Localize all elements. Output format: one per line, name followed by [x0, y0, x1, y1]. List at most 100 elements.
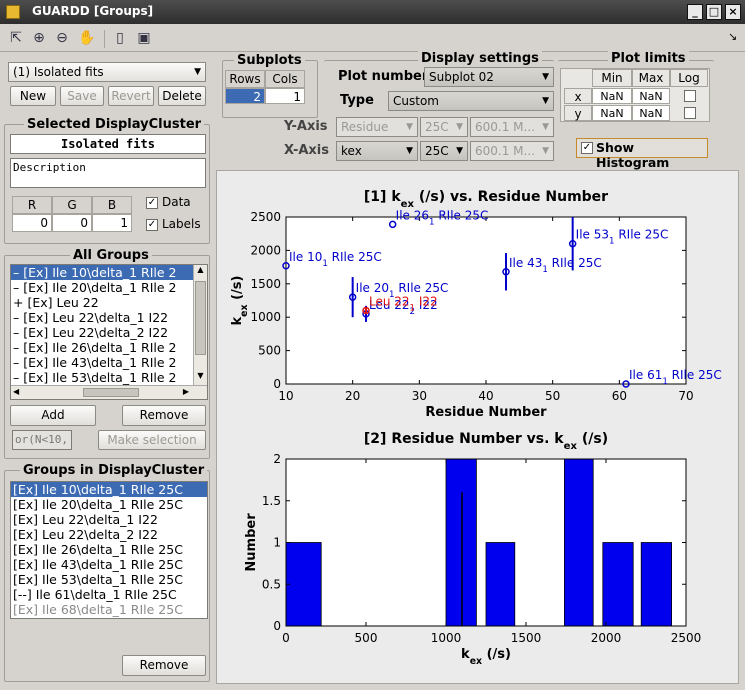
plot1-y-tick-label: 1000: [250, 310, 281, 324]
subplots-legend: Subplots: [234, 53, 305, 68]
show-histogram-checkbox[interactable]: ✓: [581, 142, 593, 154]
all-groups-hscrollbar[interactable]: ◀ ▶: [11, 385, 207, 399]
show-histogram-toggle[interactable]: ✓ Show Histogram: [576, 138, 708, 170]
scroll-right-icon[interactable]: ▶: [183, 387, 189, 396]
maximize-icon[interactable]: □: [706, 4, 722, 20]
type-label: Type: [340, 93, 374, 108]
labels-checkbox-label: Labels: [162, 217, 201, 231]
rgb-value-r[interactable]: 0: [12, 214, 52, 232]
cluster-group-item[interactable]: [Ex] Ile 68\delta_1 RIle 25C: [11, 602, 207, 617]
all-groups-item[interactable]: + [Ex] Leu 22: [11, 295, 193, 310]
selected-cluster-legend: Selected DisplayCluster: [24, 117, 205, 132]
scroll-thumb[interactable]: [195, 281, 206, 355]
plot-number-select[interactable]: Subplot 02 ▼: [424, 67, 554, 87]
chevron-down-icon: ▼: [542, 96, 549, 106]
zoom-out-icon[interactable]: ⊖: [52, 28, 72, 48]
groups-in-cluster-legend: Groups in DisplayCluster: [20, 463, 208, 478]
limits-row-x-label: x: [564, 88, 592, 104]
close-icon[interactable]: ×: [725, 4, 741, 20]
plot2-x-label: kex (/s): [461, 647, 511, 667]
y-param-select[interactable]: Residue ▼: [336, 117, 418, 137]
pan-icon[interactable]: ✋: [77, 28, 97, 48]
new-cluster-button[interactable]: New: [10, 86, 56, 106]
y-min-field[interactable]: NaN: [592, 105, 632, 121]
x-temp-select[interactable]: 25C ▼: [420, 141, 468, 161]
all-groups-item[interactable]: – [Ex] Ile 26\delta_1 RIle 2: [11, 340, 193, 355]
cluster-description-field[interactable]: Description: [10, 158, 206, 188]
zoom-in-icon[interactable]: ⊕: [29, 28, 49, 48]
cluster-group-item[interactable]: [Ex] Ile 10\delta_1 RIle 25C: [11, 482, 207, 497]
revert-cluster-button[interactable]: Revert: [108, 86, 154, 106]
plot1-y-tick-label: 2000: [250, 243, 281, 257]
plot2-x-tick-label: 500: [355, 631, 378, 645]
x-field-select[interactable]: 600.1 M... ▼: [470, 141, 554, 161]
rows-value[interactable]: 2: [225, 88, 265, 104]
y-temp-select[interactable]: 25C ▼: [420, 117, 468, 137]
groups-in-cluster-list[interactable]: [Ex] Ile 10\delta_1 RIle 25C [Ex] Ile 20\…: [10, 481, 208, 619]
hscroll-thumb[interactable]: [83, 388, 139, 397]
remove-group-button[interactable]: Remove: [122, 405, 206, 426]
scroll-left-icon[interactable]: ◀: [13, 387, 19, 396]
scroll-down-icon[interactable]: ▼: [194, 371, 207, 385]
data-checkbox[interactable]: ✓: [146, 197, 158, 209]
cluster-select[interactable]: (1) Isolated fits ▼: [8, 62, 206, 82]
chevron-down-icon: ▼: [456, 146, 463, 156]
add-group-button[interactable]: Add: [10, 405, 96, 426]
rgb-value-g[interactable]: 0: [52, 214, 92, 232]
plot-canvas[interactable]: 10 20 30 40 50 60 7005001000150020002500[1] ke…: [217, 171, 738, 683]
x-param-select[interactable]: kex ▼: [336, 141, 418, 161]
make-selection-button[interactable]: Make selection: [98, 430, 206, 450]
cluster-group-item[interactable]: [Ex] Leu 22\delta_1 I22: [11, 512, 207, 527]
y-max-field[interactable]: NaN: [632, 105, 670, 121]
dock-icon[interactable]: ↘: [728, 30, 737, 43]
cluster-group-item[interactable]: [--] Ile 61\delta_1 RIle 25C: [11, 587, 207, 602]
remove-from-cluster-button[interactable]: Remove: [122, 655, 206, 676]
cols-value[interactable]: 1: [265, 88, 305, 104]
save-icon[interactable]: ▣: [134, 28, 154, 48]
x-max-field[interactable]: NaN: [632, 88, 670, 104]
all-groups-item[interactable]: – [Ex] Ile 10\delta_1 RIle 2: [11, 265, 193, 280]
cluster-name-field[interactable]: Isolated fits: [10, 134, 206, 154]
select-icon[interactable]: ⇱: [6, 28, 26, 48]
x-log-checkbox[interactable]: [684, 90, 696, 102]
group-filter-field[interactable]: or(N<10,: [12, 430, 72, 450]
chevron-down-icon: ▼: [194, 67, 201, 77]
rgb-value-b[interactable]: 1: [92, 214, 132, 232]
plot1-x-tick-label: 20: [345, 389, 360, 403]
type-select[interactable]: Custom ▼: [388, 91, 554, 111]
data-checkbox-label: Data: [162, 195, 191, 209]
all-groups-item[interactable]: – [Ex] Ile 53\delta_1 RIle 2: [11, 370, 193, 385]
new-figure-icon[interactable]: ▯: [110, 28, 130, 48]
cluster-group-item[interactable]: [Ex] Ile 53\delta_1 RIle 25C: [11, 572, 207, 587]
cluster-group-item[interactable]: [Ex] Ile 43\delta_1 RIle 25C: [11, 557, 207, 572]
minimize-icon[interactable]: _: [687, 4, 703, 20]
all-groups-item[interactable]: – [Ex] Ile 20\delta_1 RIle 2: [11, 280, 193, 295]
limits-header-min: Min: [592, 69, 632, 87]
cluster-group-item[interactable]: [Ex] Ile 20\delta_1 RIle 25C: [11, 497, 207, 512]
cluster-group-item[interactable]: [Ex] Ile 26\delta_1 RIle 25C: [11, 542, 207, 557]
toolbar-separator: [104, 30, 105, 48]
plot2-bar: [485, 542, 516, 627]
chevron-down-icon: ▼: [406, 122, 413, 132]
save-cluster-button[interactable]: Save: [60, 86, 104, 106]
scroll-up-icon[interactable]: ▲: [194, 265, 207, 279]
plot2-title: [2] Residue Number vs. kex (/s): [364, 431, 608, 452]
plot1-y-tick-label: 2500: [250, 210, 281, 224]
y-field-select[interactable]: 600.1 M... ▼: [470, 117, 554, 137]
y-log-checkbox[interactable]: [684, 107, 696, 119]
delete-cluster-button[interactable]: Delete: [158, 86, 206, 106]
limits-row-y-label: y: [564, 105, 592, 121]
all-groups-item[interactable]: – [Ex] Leu 22\delta_2 I22: [11, 325, 193, 340]
rgb-header-g: G: [52, 196, 92, 214]
plot-limits-legend: Plot limits: [608, 51, 689, 66]
all-groups-vscrollbar[interactable]: ▲ ▼: [193, 265, 207, 385]
labels-checkbox[interactable]: ✓: [146, 219, 158, 231]
cluster-group-item[interactable]: [Ex] Leu 22\delta_2 I22: [11, 527, 207, 542]
plot1-axes-box: [285, 216, 687, 385]
all-groups-item[interactable]: – [Ex] Leu 22\delta_1 I22: [11, 310, 193, 325]
plot2-bar: [563, 458, 594, 627]
x-min-field[interactable]: NaN: [592, 88, 632, 104]
all-groups-item[interactable]: – [Ex] Ile 43\delta_1 RIle 2: [11, 355, 193, 370]
all-groups-list[interactable]: – [Ex] Ile 10\delta_1 RIle 2– [Ex] Ile 2…: [10, 264, 208, 400]
plot2-y-tick-label: 2: [273, 452, 281, 466]
